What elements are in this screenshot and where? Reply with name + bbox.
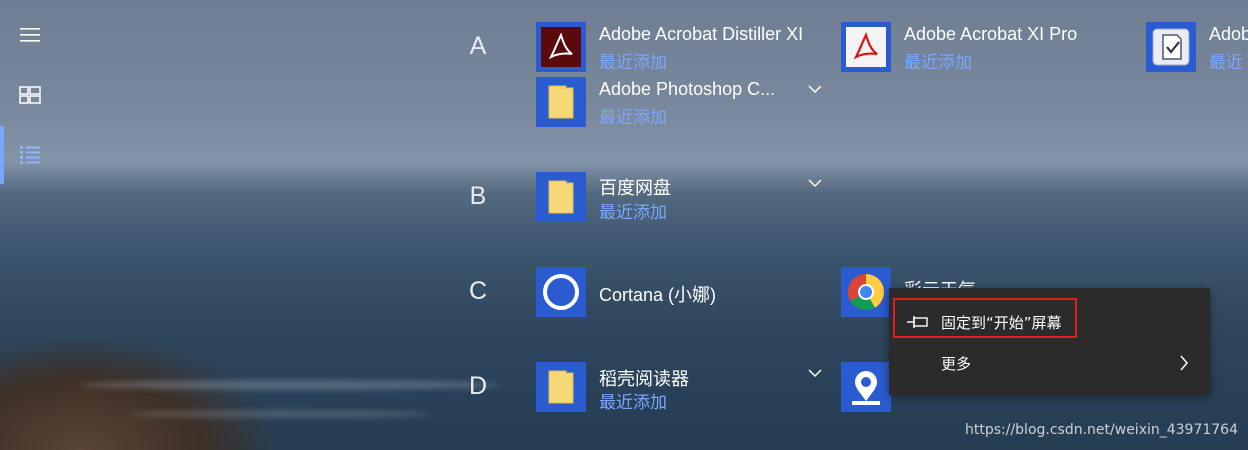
app-tile xyxy=(536,22,586,72)
group-header-b[interactable]: B xyxy=(463,182,493,211)
acrobat-pro-icon xyxy=(846,27,886,67)
chevron-down-icon[interactable] xyxy=(808,368,822,378)
chrome-icon xyxy=(847,274,884,311)
hamburger-icon xyxy=(20,28,40,42)
group-header-d[interactable]: D xyxy=(463,372,493,401)
app-name: Adobe Photoshop C... xyxy=(599,79,776,99)
expand-menu-button[interactable] xyxy=(0,10,60,60)
cortana-icon xyxy=(543,274,579,310)
all-apps-button[interactable] xyxy=(0,130,60,180)
start-rail xyxy=(0,0,60,450)
app-tile xyxy=(536,267,586,317)
chevron-down-icon[interactable] xyxy=(808,178,822,188)
app-tile xyxy=(536,172,586,222)
group-header-c[interactable]: C xyxy=(463,277,493,306)
menu-item-more[interactable]: 更多 xyxy=(889,343,1210,383)
app-name: Cortana (小娜) xyxy=(599,285,717,305)
app-name: Adobe Acrobat Distiller XI xyxy=(599,24,804,44)
menu-item-label: 更多 xyxy=(941,354,972,373)
folder-icon xyxy=(548,180,574,214)
app-subtitle: 最近 xyxy=(1209,53,1243,72)
folder-icon xyxy=(548,370,574,404)
acrobat-distiller-icon xyxy=(541,27,581,67)
chevron-down-icon[interactable] xyxy=(808,84,822,94)
app-tile xyxy=(841,362,891,412)
pinned-tiles-button[interactable] xyxy=(0,70,60,120)
group-header-a[interactable]: A xyxy=(463,32,493,61)
app-subtitle: 最近添加 xyxy=(599,108,667,127)
app-tile xyxy=(841,267,891,317)
annotation-highlight-box xyxy=(893,298,1077,338)
tiles-icon xyxy=(19,86,41,104)
app-tile xyxy=(841,22,891,72)
background-wave xyxy=(80,380,500,390)
app-subtitle: 最近添加 xyxy=(599,393,667,412)
app-subtitle: 最近添加 xyxy=(599,203,667,222)
app-subtitle: 最近添加 xyxy=(599,53,667,72)
chevron-right-icon xyxy=(1180,355,1188,371)
adobe-doc-check-icon xyxy=(1152,28,1190,66)
background-wave xyxy=(130,410,430,418)
watermark: https://blog.csdn.net/weixin_43971764 xyxy=(964,422,1238,438)
list-icon xyxy=(20,146,40,164)
app-tile xyxy=(536,362,586,412)
app-subtitle: 最近添加 xyxy=(904,53,972,72)
location-pin-icon xyxy=(852,371,880,405)
app-name: Adobe Acrobat XI Pro xyxy=(904,24,1078,44)
app-name: 百度网盘 xyxy=(599,178,671,198)
app-tile xyxy=(1146,22,1196,72)
app-name: Adob xyxy=(1209,24,1248,44)
app-tile xyxy=(536,77,586,127)
folder-icon xyxy=(548,85,574,119)
